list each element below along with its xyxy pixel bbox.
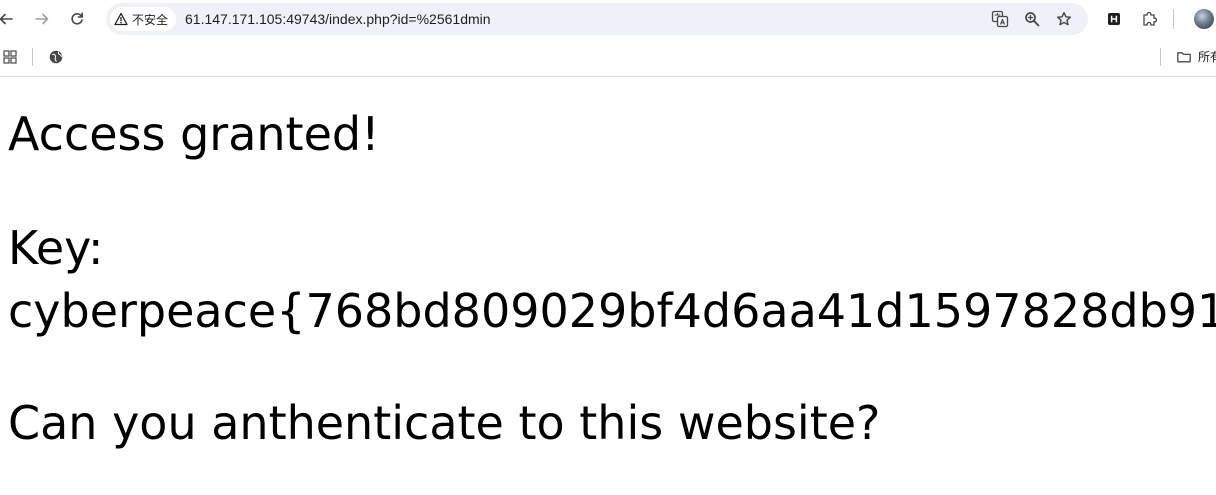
reload-button[interactable] [65, 7, 89, 31]
browser-toolbar: 不安全 61.147.171.105:49743/index.php?id=%2… [0, 0, 1216, 38]
bookmark-item-globe[interactable] [46, 47, 66, 67]
all-bookmarks-folder-label[interactable]: 所有 [1198, 38, 1216, 76]
zoom-icon [1025, 12, 1040, 27]
bookmarks-divider [32, 48, 33, 66]
address-bar[interactable]: 不安全 61.147.171.105:49743/index.php?id=%2… [106, 3, 1088, 35]
all-bookmarks-folder-button[interactable] [1174, 47, 1194, 67]
key-label-text: Key: [8, 221, 104, 275]
globe-icon [49, 50, 63, 64]
key-value-text: cyberpeace{768bd809029bf4d6aa41d1597828d… [8, 284, 1216, 338]
page-content: Access granted! Key: cyberpeace{768bd809… [0, 77, 1216, 495]
reload-icon [71, 12, 83, 25]
back-button[interactable] [0, 7, 18, 31]
h-extension-button[interactable] [1102, 7, 1126, 31]
bookmark-star-button[interactable] [1052, 7, 1076, 31]
forward-button[interactable] [30, 7, 54, 31]
back-arrow-icon [0, 13, 13, 25]
authenticate-prompt-text: Can you anthenticate to this website? [8, 396, 881, 450]
access-granted-text: Access granted! [8, 107, 380, 161]
bookmarks-right-divider [1160, 48, 1161, 66]
star-icon [1056, 11, 1072, 26]
extensions-button[interactable] [1138, 7, 1162, 31]
forward-arrow-icon [35, 13, 49, 25]
toolbar-divider [1173, 9, 1174, 29]
apps-grid-icon [3, 50, 17, 64]
translate-icon [991, 10, 1009, 28]
h-extension-icon [1108, 13, 1120, 25]
avatar [1194, 9, 1214, 29]
security-indicator[interactable]: 不安全 [110, 7, 177, 31]
folder-icon [1177, 52, 1191, 63]
profile-button[interactable] [1192, 7, 1216, 31]
translate-button[interactable] [988, 7, 1012, 31]
warning-triangle-icon [114, 12, 128, 26]
security-label: 不安全 [132, 12, 169, 27]
puzzle-icon [1143, 11, 1158, 26]
zoom-button[interactable] [1020, 7, 1044, 31]
url-text[interactable]: 61.147.171.105:49743/index.php?id=%2561d… [185, 3, 491, 35]
apps-button[interactable] [0, 47, 20, 67]
bookmarks-bar [0, 38, 1216, 77]
